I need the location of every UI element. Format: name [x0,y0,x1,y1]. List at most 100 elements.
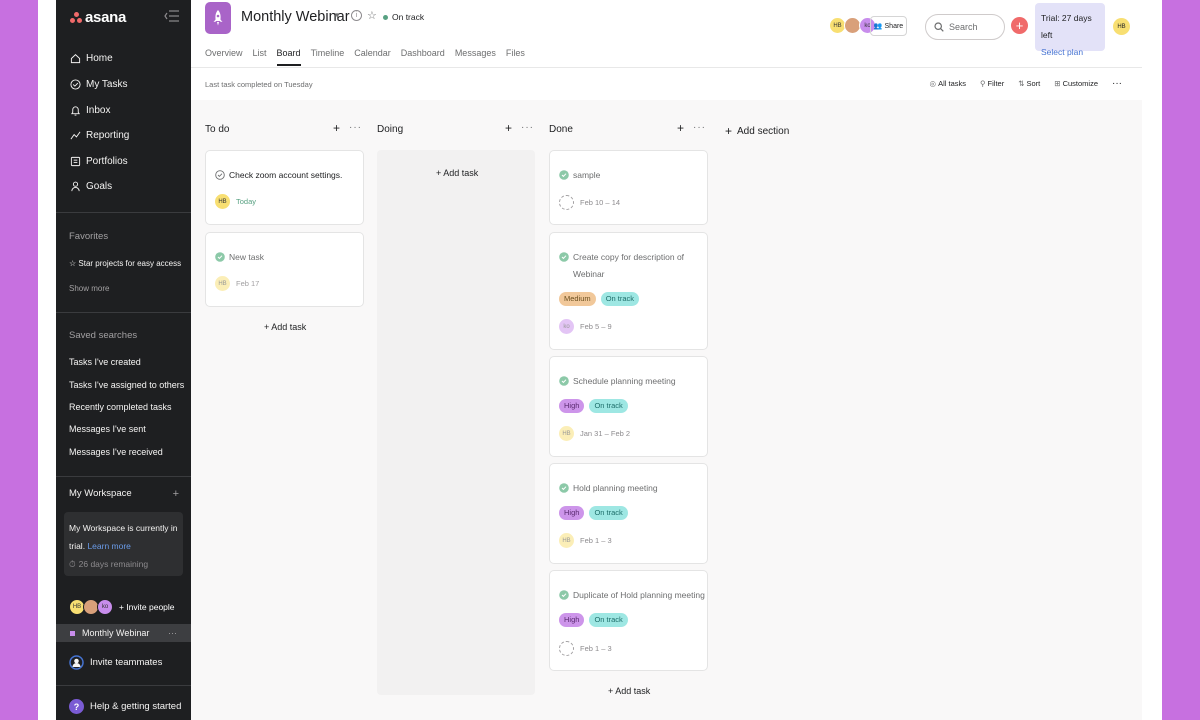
saved-search-item[interactable]: Recently completed tasks [69,402,172,412]
sidebar-item-reporting[interactable]: Reporting [70,127,129,143]
add-task-column-icon[interactable]: + [677,121,684,135]
trial-text: trial. [69,541,86,551]
unassigned-avatar-icon[interactable] [559,195,574,210]
add-task-button[interactable]: + Add task [608,686,650,696]
task-tags: Medium On track [559,292,640,306]
priority-tag[interactable]: High [559,613,585,627]
check-circle-filled-icon[interactable] [559,483,569,493]
sidebar-item-label: Reporting [86,129,130,141]
assignee-avatar[interactable]: HB [559,533,574,548]
tab-calendar[interactable]: Calendar [354,48,391,66]
column-more-icon[interactable]: ··· [693,122,706,133]
priority-tag[interactable]: High [559,506,585,520]
status-tag[interactable]: On track [600,292,640,306]
collapse-sidebar-icon[interactable] [164,10,180,22]
check-circle-filled-icon[interactable] [215,252,225,262]
sidebar-item-label: Home [86,52,113,64]
assignee-avatar[interactable]: HB [559,426,574,441]
assignee-avatar[interactable]: ko [559,319,574,334]
priority-tag[interactable]: Medium [559,292,596,306]
invite-teammates-button[interactable]: Invite teammates [69,655,162,670]
trial-line-2: trial. Learn more [69,537,178,555]
learn-more-link[interactable]: Learn more [87,541,130,551]
saved-search-item[interactable]: Messages I've sent [69,424,146,434]
column-more-icon[interactable]: ··· [521,122,534,133]
project-title[interactable]: Monthly Webinar [241,9,350,25]
project-more-icon[interactable]: ··· [168,628,177,638]
priority-tag[interactable]: High [559,399,585,413]
add-workspace-project-icon[interactable]: + [173,488,179,500]
tab-timeline[interactable]: Timeline [311,48,345,66]
column-title-done[interactable]: Done [549,124,573,135]
assignee-avatar[interactable]: HB [215,276,230,291]
check-circle-filled-icon[interactable] [559,590,569,600]
sidebar-item-portfolios[interactable]: Portfolios [70,153,128,169]
sidebar-item-goals[interactable]: Goals [70,178,112,194]
unassigned-avatar-icon[interactable] [559,641,574,656]
create-button[interactable]: + [1011,17,1028,34]
info-icon[interactable]: i [351,10,362,21]
add-task-column-icon[interactable]: + [505,121,512,135]
check-circle-filled-icon[interactable] [559,252,569,262]
sidebar-item-label: Inbox [86,104,111,116]
share-button[interactable]: 👥 Share [870,16,907,36]
status-badge[interactable]: On track [383,12,424,22]
star-icon[interactable]: ☆ [367,9,377,22]
select-plan-link[interactable]: Select plan [1041,44,1099,61]
profile-avatar[interactable]: HB [1113,18,1130,35]
task-card[interactable]: New task HB Feb 17 [205,232,364,307]
add-section-button[interactable]: + Add section [725,124,789,138]
add-task-button[interactable]: + Add task [436,168,478,178]
doing-column-dropzone[interactable] [377,150,535,695]
tab-files[interactable]: Files [506,48,525,66]
task-title: Create copy for description of Webinar [559,249,684,283]
status-tag[interactable]: On track [589,613,628,627]
check-circle-filled-icon[interactable] [559,170,569,180]
workspace-heading[interactable]: My Workspace [69,488,132,500]
task-card[interactable]: Check zoom account settings. HB Today [205,150,364,225]
sidebar-item-inbox[interactable]: Inbox [70,102,110,118]
more-options-icon[interactable]: ··· [1112,78,1122,89]
task-title-text: Schedule planning meeting [573,376,676,386]
avatar[interactable]: ko [97,599,113,615]
saved-search-item[interactable]: Tasks I've created [69,357,141,367]
show-more-link[interactable]: Show more [69,284,109,293]
add-task-column-icon[interactable]: + [333,121,340,135]
task-card[interactable]: Duplicate of Hold planning meeting High … [549,570,708,671]
sidebar-item-home[interactable]: Home [70,50,113,66]
tab-board[interactable]: Board [276,48,301,66]
task-card[interactable]: Schedule planning meeting High On track … [549,356,708,457]
tab-overview[interactable]: Overview [205,48,243,66]
status-tag[interactable]: On track [589,399,628,413]
trial-banner[interactable]: Trial: 27 days left Select plan [1035,3,1105,57]
tab-dashboard[interactable]: Dashboard [401,48,445,66]
column-more-icon[interactable]: ··· [349,122,362,133]
all-tasks-button[interactable]: ◎ All tasks [930,79,966,88]
check-circle-filled-icon[interactable] [559,376,569,386]
saved-search-item[interactable]: Messages I've received [69,447,163,457]
assignee-avatar[interactable]: HB [215,194,230,209]
task-card[interactable]: sample Feb 10 – 14 [549,150,708,225]
sidebar-item-my-tasks[interactable]: My Tasks [70,76,128,92]
status-tag[interactable]: On track [589,506,628,520]
search-input[interactable]: Search [925,14,1005,40]
filter-button[interactable]: ⚲ Filter [980,79,1004,88]
invite-people-button[interactable]: + Invite people [119,602,175,612]
sidebar-item-project[interactable]: Monthly Webinar ··· [56,624,191,642]
column-title-todo[interactable]: To do [205,124,229,135]
help-button[interactable]: ? Help & getting started [69,699,181,714]
column-title-doing[interactable]: Doing [377,124,403,135]
saved-search-item[interactable]: Tasks I've assigned to others [69,380,184,390]
project-icon[interactable] [205,2,231,34]
tab-list[interactable]: List [253,48,267,66]
tab-messages[interactable]: Messages [455,48,496,66]
add-task-button[interactable]: + Add task [264,322,306,332]
asana-logo[interactable]: asana [70,9,126,26]
check-circle-icon[interactable] [215,170,225,180]
task-card[interactable]: Hold planning meeting High On track HB F… [549,463,708,564]
task-title-text: Duplicate of Hold planning meeting [573,590,705,600]
chevron-down-icon[interactable]: ▾ [335,10,340,21]
customize-button[interactable]: ⊞ Customize [1054,79,1098,88]
sort-button[interactable]: ⇅ Sort [1018,79,1040,88]
task-card[interactable]: Create copy for description of Webinar Me… [549,232,708,350]
